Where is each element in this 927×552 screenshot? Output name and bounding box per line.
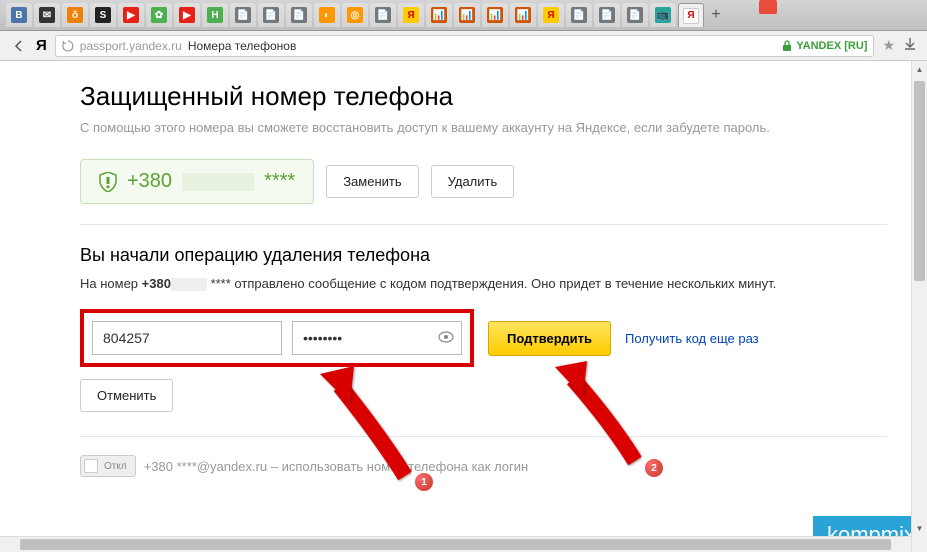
tab-6[interactable]: ✿ (146, 3, 172, 27)
tab-3[interactable]: ŏ (62, 3, 88, 27)
delete-phone-button[interactable]: Удалить (431, 165, 515, 198)
tab-5[interactable]: ▶ (118, 3, 144, 27)
tab-22[interactable]: 📄 (594, 3, 620, 27)
tab-16[interactable]: 📊 (426, 3, 452, 27)
lock-icon (782, 40, 792, 52)
tab-24[interactable]: 📺 (650, 3, 676, 27)
toggle-knob-icon (84, 459, 98, 473)
tab-20[interactable]: Я (538, 3, 564, 27)
reload-icon[interactable] (62, 40, 74, 52)
code-input[interactable] (92, 321, 282, 355)
annotation-badge-1: 1 (415, 473, 433, 491)
yandex-logo-icon: Я (36, 37, 47, 54)
highlighted-inputs (80, 309, 474, 367)
tab-17[interactable]: 📊 (454, 3, 480, 27)
horizontal-scrollbar[interactable] (0, 536, 911, 552)
page-subtitle: С помощью этого номера вы сможете восста… (80, 120, 887, 135)
ssl-badge: YANDEX [RU] (782, 40, 867, 52)
toggle-label: Откл (104, 461, 127, 472)
tab-9[interactable]: 📄 (230, 3, 256, 27)
protected-phone-row: +380 **** Заменить Удалить (80, 159, 887, 204)
password-wrapper (292, 321, 462, 355)
browser-tab-strip: B ✉ ŏ S ▶ ✿ ▶ H 📄 📄 📄 ◐ ◎ 📄 Я 📊 📊 📊 📊 Я … (0, 0, 927, 31)
phone-mask: **** (264, 170, 295, 193)
password-input[interactable] (292, 321, 462, 355)
toggle-password-icon[interactable] (438, 330, 454, 346)
tab-19[interactable]: 📊 (510, 3, 536, 27)
cancel-button[interactable]: Отменить (80, 379, 173, 412)
url-input[interactable]: passport.yandex.ru Номера телефонов YAND… (55, 35, 875, 57)
tab-11[interactable]: 📄 (286, 3, 312, 27)
address-bar: Я passport.yandex.ru Номера телефонов YA… (0, 31, 927, 61)
operation-description: На номер +380 **** отправлено сообщение … (80, 276, 887, 291)
tab-15[interactable]: Я (398, 3, 424, 27)
scroll-thumb[interactable] (914, 81, 925, 281)
login-as-phone-row: Откл +380 ****@yandex.ru – использовать … (80, 436, 887, 477)
confirm-button[interactable]: Подтвердить (488, 321, 611, 356)
annotation-badge-2: 2 (645, 459, 663, 477)
scroll-up-icon[interactable]: ▲ (912, 61, 927, 77)
protected-phone-badge: +380 **** (80, 159, 314, 204)
tab-18[interactable]: 📊 (482, 3, 508, 27)
back-button[interactable] (10, 37, 28, 55)
tab-13[interactable]: ◎ (342, 3, 368, 27)
desc-redacted (171, 278, 207, 291)
url-breadcrumb: Номера телефонов (188, 39, 296, 53)
shield-icon (99, 172, 117, 192)
scroll-down-icon[interactable]: ▼ (912, 520, 927, 536)
divider (80, 224, 887, 225)
tab-7[interactable]: ▶ (174, 3, 200, 27)
cancel-row: Отменить (80, 379, 887, 412)
operation-title: Вы начали операцию удаления телефона (80, 245, 887, 266)
ssl-label: YANDEX [RU] (796, 40, 867, 52)
page-content: Защищенный номер телефона С помощью этог… (0, 61, 927, 552)
resend-code-link[interactable]: Получить код еще раз (625, 331, 759, 346)
tab-12[interactable]: ◐ (314, 3, 340, 27)
url-text: passport.yandex.ru (80, 39, 182, 53)
confirmation-form-row: Подтвердить Получить код еще раз (80, 309, 887, 367)
tab-10[interactable]: 📄 (258, 3, 284, 27)
vertical-scrollbar[interactable]: ▲ ▼ (911, 61, 927, 552)
change-phone-button[interactable]: Заменить (326, 165, 418, 198)
tab-14[interactable]: 📄 (370, 3, 396, 27)
bookmark-star-icon[interactable]: ★ (882, 37, 895, 54)
tab-23[interactable]: 📄 (622, 3, 648, 27)
tab-4[interactable]: S (90, 3, 116, 27)
login-text: +380 ****@yandex.ru – использовать номер… (144, 459, 529, 474)
phone-redacted (182, 173, 254, 191)
tab-8[interactable]: H (202, 3, 228, 27)
phone-prefix: +380 (127, 170, 172, 193)
tab-active[interactable]: Я (678, 3, 704, 27)
tab-21[interactable]: 📄 (566, 3, 592, 27)
tab-2[interactable]: ✉ (34, 3, 60, 27)
login-toggle[interactable]: Откл (80, 455, 136, 477)
tab-1[interactable]: B (6, 3, 32, 27)
page-title: Защищенный номер телефона (80, 81, 887, 112)
download-icon[interactable] (903, 37, 917, 54)
new-tab-button[interactable]: + (706, 5, 726, 25)
hscroll-thumb[interactable] (20, 539, 891, 550)
notification-badge-icon (759, 0, 777, 14)
